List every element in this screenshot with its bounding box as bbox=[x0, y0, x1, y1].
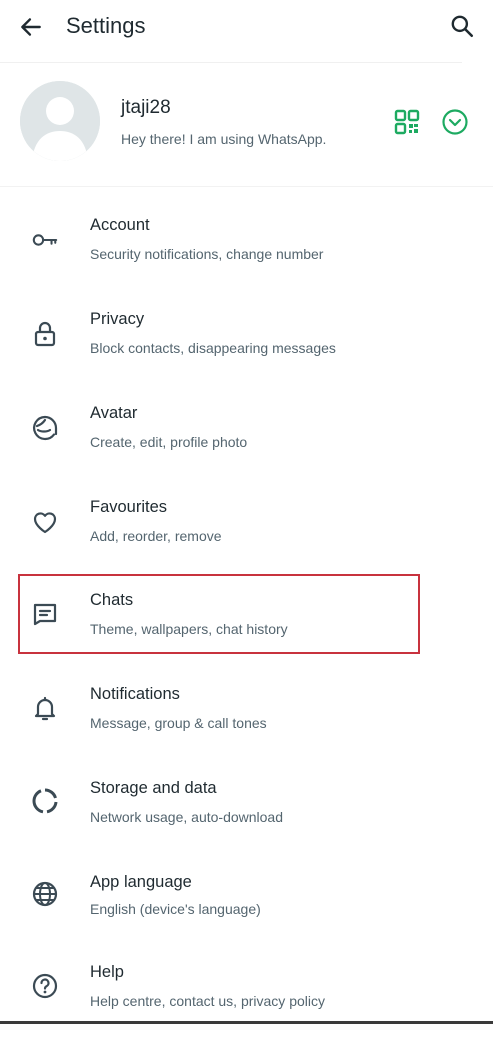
profile-name: jtaji28 bbox=[121, 97, 171, 118]
profile-status: Hey there! I am using WhatsApp. bbox=[121, 131, 327, 147]
default-avatar-icon bbox=[20, 81, 100, 161]
settings-item-account[interactable]: Account Security notifications, change n… bbox=[0, 200, 493, 290]
profile-expand-button[interactable] bbox=[441, 108, 469, 136]
profile-card[interactable]: jtaji28 Hey there! I am using WhatsApp. bbox=[0, 63, 493, 185]
settings-item-title: App language bbox=[90, 873, 192, 891]
settings-item-title: Account bbox=[90, 216, 150, 234]
chats-highlight-box bbox=[18, 574, 420, 654]
settings-item-title: Notifications bbox=[90, 685, 180, 703]
settings-item-privacy[interactable]: Privacy Block contacts, disappearing mes… bbox=[0, 294, 493, 384]
settings-item-title: Help bbox=[90, 963, 124, 981]
storage-icon bbox=[31, 787, 59, 815]
globe-icon bbox=[31, 880, 59, 908]
settings-item-title: Favourites bbox=[90, 498, 168, 516]
settings-item-subtitle: Help centre, contact us, privacy policy bbox=[90, 993, 325, 1009]
qr-code-button[interactable] bbox=[393, 108, 421, 136]
app-bar: Settings bbox=[0, 0, 493, 56]
settings-item-subtitle: Block contacts, disappearing messages bbox=[90, 340, 336, 356]
heart-icon bbox=[31, 508, 59, 536]
settings-item-subtitle: Network usage, auto-download bbox=[90, 809, 284, 825]
lock-icon bbox=[31, 320, 59, 348]
search-icon bbox=[451, 15, 474, 38]
bell-icon bbox=[31, 694, 59, 722]
settings-item-title: Avatar bbox=[90, 404, 138, 422]
back-button[interactable] bbox=[16, 12, 46, 42]
key-icon bbox=[31, 226, 59, 254]
settings-item-storage-and-data[interactable]: Storage and data Network usage, auto-dow… bbox=[0, 764, 493, 854]
profile-divider bbox=[0, 186, 493, 187]
settings-item-help[interactable]: Help Help centre, contact us, privacy po… bbox=[0, 950, 493, 1040]
settings-item-favourites[interactable]: Favourites Add, reorder, remove bbox=[0, 482, 493, 572]
settings-item-subtitle: Message, group & call tones bbox=[90, 715, 267, 731]
settings-item-title: Privacy bbox=[90, 310, 145, 328]
settings-item-subtitle: Security notifications, change number bbox=[90, 246, 324, 262]
search-button[interactable] bbox=[447, 11, 477, 41]
settings-item-app-language[interactable]: App language English (device's language) bbox=[0, 858, 493, 948]
settings-item-subtitle: Create, edit, profile photo bbox=[90, 434, 248, 450]
avatar-icon bbox=[31, 414, 59, 442]
arrow-left-icon bbox=[21, 18, 41, 36]
settings-item-subtitle: Add, reorder, remove bbox=[90, 528, 222, 544]
help-icon bbox=[31, 972, 59, 1000]
chevron-down-circle-icon bbox=[442, 109, 468, 135]
settings-item-notifications[interactable]: Notifications Message, group & call tone… bbox=[0, 670, 493, 760]
avatar[interactable] bbox=[20, 81, 100, 161]
settings-item-avatar[interactable]: Avatar Create, edit, profile photo bbox=[0, 388, 493, 478]
qr-code-icon bbox=[394, 109, 420, 135]
page-title: Settings bbox=[66, 13, 146, 38]
settings-item-title: Storage and data bbox=[90, 779, 217, 797]
settings-item-subtitle: English (device's language) bbox=[90, 901, 261, 917]
